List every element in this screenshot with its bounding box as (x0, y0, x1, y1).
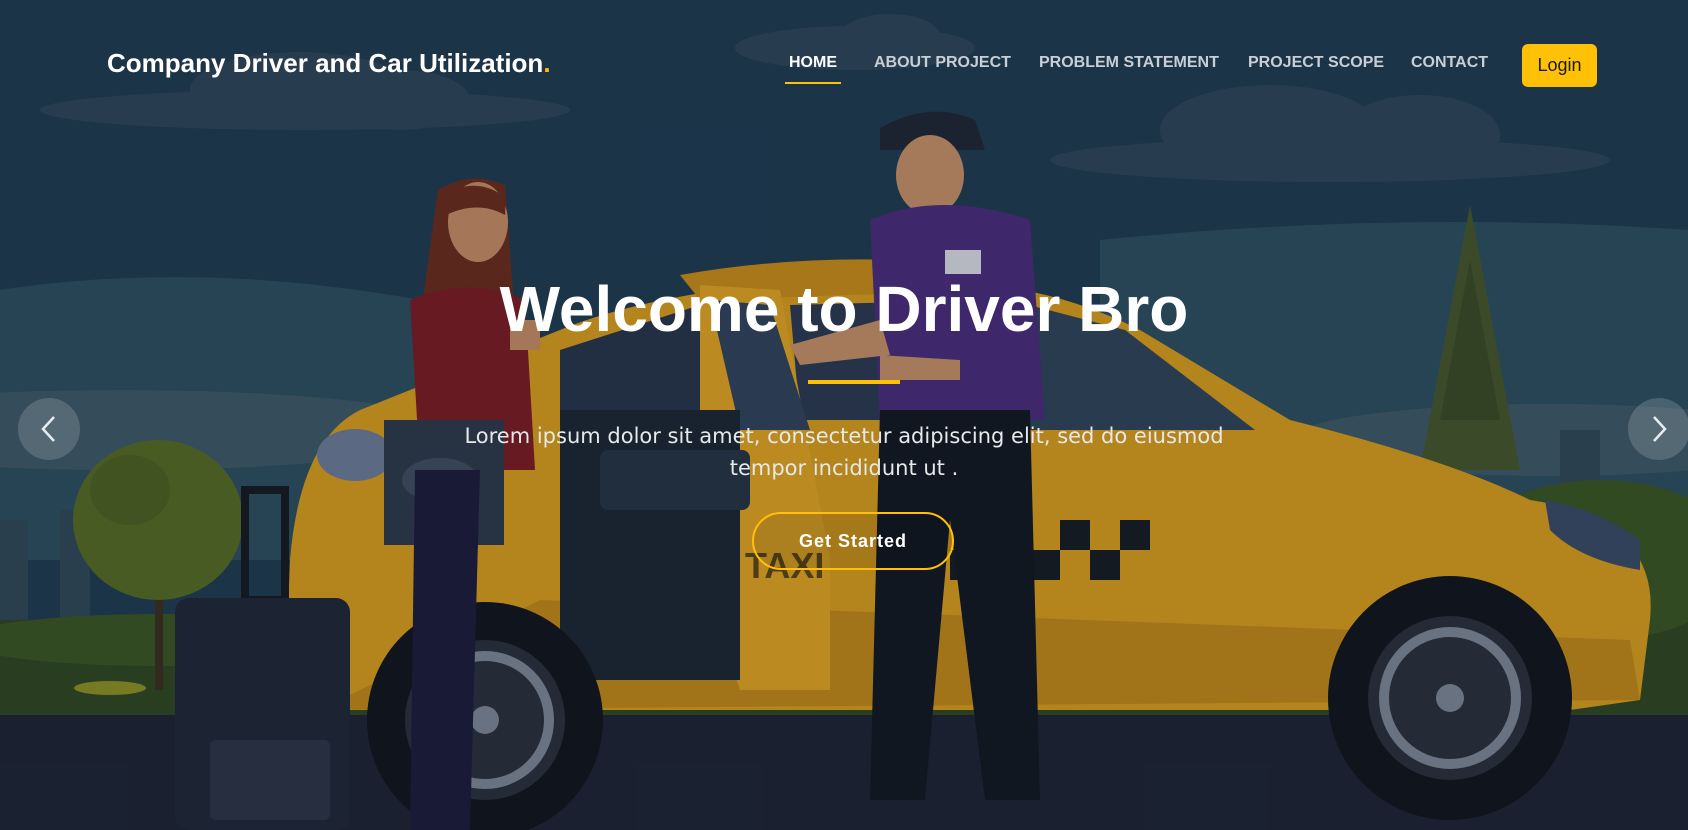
nav-project-scope[interactable]: PROJECT SCOPE (1248, 54, 1384, 72)
carousel-prev-button[interactable] (18, 398, 80, 460)
nav-contact[interactable]: CONTACT (1411, 54, 1488, 72)
chevron-left-icon (41, 416, 55, 442)
brand-text: Company Driver and Car Utilization (107, 48, 544, 78)
title-underline (808, 380, 900, 384)
brand-dot: . (543, 48, 551, 78)
hero-description: Lorem ipsum dolor sit amet, consectetur … (464, 420, 1224, 484)
hero-description-line-1: Lorem ipsum dolor sit amet, consectetur … (464, 424, 1224, 448)
carousel-next-button[interactable] (1628, 398, 1688, 460)
navbar: Company Driver and Car Utilization. HOME… (0, 0, 1688, 130)
nav-about-project[interactable]: ABOUT PROJECT (874, 54, 1011, 72)
chevron-right-icon (1653, 416, 1667, 442)
hero-description-line-2: tempor incididunt ut . (729, 456, 959, 480)
login-button[interactable]: Login (1522, 44, 1597, 87)
hero-title: Welcome to Driver Bro (499, 273, 1189, 345)
nav-home[interactable]: HOME (785, 54, 841, 84)
brand-logo[interactable]: Company Driver and Car Utilization. (107, 48, 551, 79)
get-started-button[interactable]: Get Started (752, 512, 954, 570)
nav-problem-statement[interactable]: PROBLEM STATEMENT (1039, 54, 1219, 72)
